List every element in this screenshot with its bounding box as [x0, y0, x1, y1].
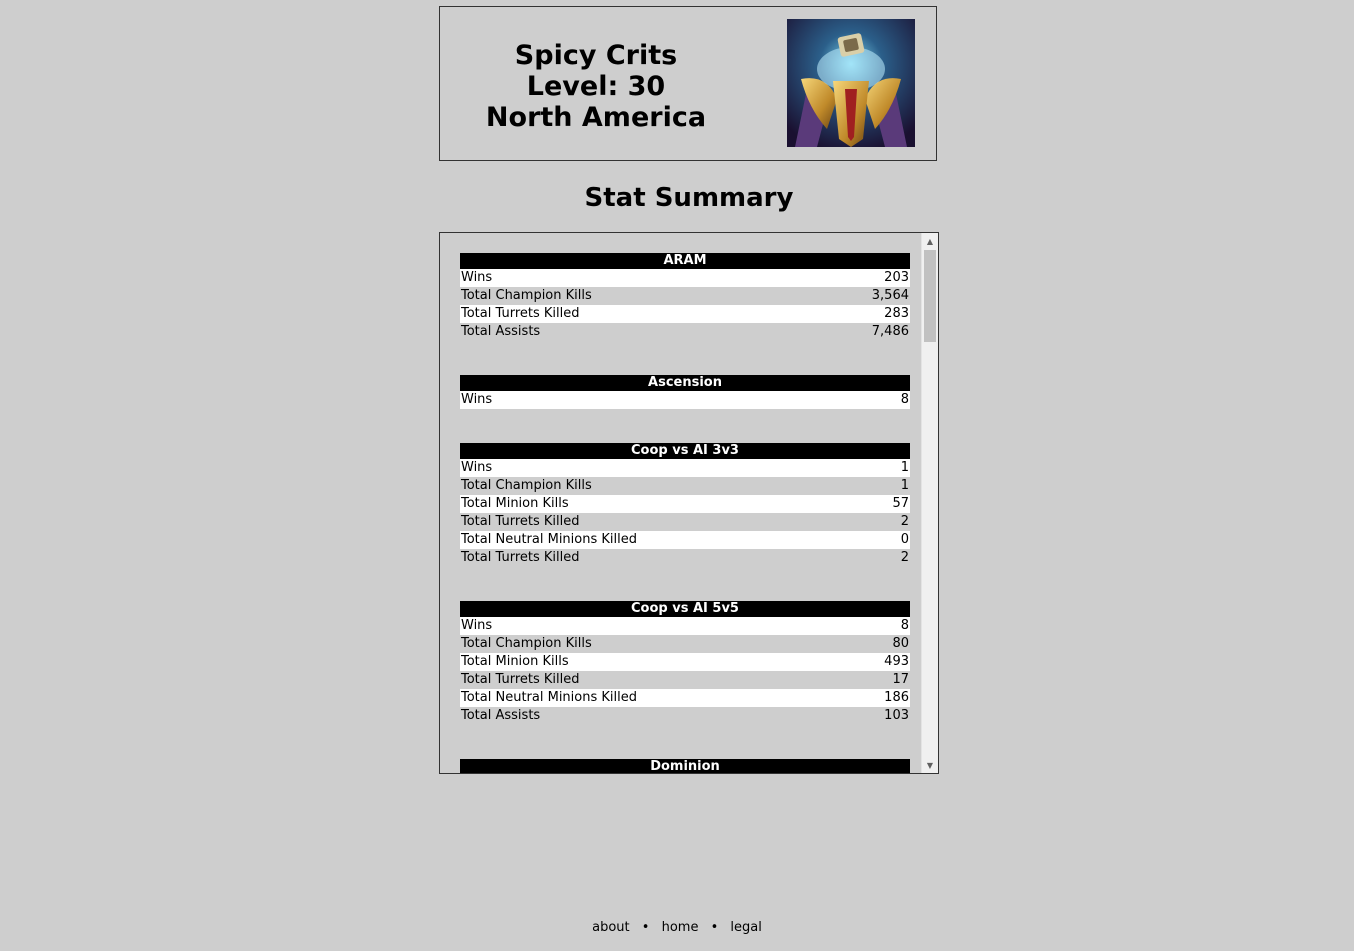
stat-label: Total Turrets Killed — [461, 672, 580, 687]
stat-section: Ascension Wins 8 — [460, 375, 910, 409]
stat-row: Wins 8 — [460, 617, 910, 635]
footer-link-home[interactable]: home — [662, 920, 699, 935]
stat-rows: Wins 1 Total Champion Kills 1 Total Minion K… — [460, 459, 910, 567]
stat-value: 17 — [892, 672, 909, 687]
stat-label: Total Neutral Minions Killed — [461, 690, 637, 705]
scrollbar-thumb[interactable] — [924, 250, 936, 342]
stat-label: Wins — [461, 618, 493, 633]
scroll-down-arrow-icon[interactable]: ▼ — [922, 757, 938, 773]
profile-icon — [787, 19, 915, 147]
stat-label: Total Champion Kills — [461, 288, 592, 303]
stat-value: 8 — [900, 392, 909, 407]
stat-value: 203 — [884, 270, 909, 285]
stat-row: Wins 1 — [460, 459, 910, 477]
stat-label: Total Minion Kills — [461, 496, 569, 511]
profile-info: Spicy Crits Level: 30 North America — [470, 40, 722, 133]
stat-value: 3,564 — [871, 288, 909, 303]
footer: about • home • legal — [0, 920, 1354, 935]
stat-value: 186 — [884, 690, 909, 705]
stat-row: Total Champion Kills 1 — [460, 477, 910, 495]
stat-rows: Wins 8 Total Champion Kills 80 Total Minion … — [460, 617, 910, 725]
section-header: Dominion — [460, 759, 910, 773]
stat-row: Total Turrets Killed 17 — [460, 671, 910, 689]
section-header: ARAM — [460, 253, 910, 269]
stat-row: Total Neutral Minions Killed 0 — [460, 531, 910, 549]
stat-label: Total Turrets Killed — [461, 514, 580, 529]
stat-label: Total Assists — [461, 324, 541, 339]
stat-label: Wins — [461, 460, 493, 475]
stat-value: 283 — [884, 306, 909, 321]
stat-row: Total Assists 103 — [460, 707, 910, 725]
section-header: Ascension — [460, 375, 910, 391]
stat-section: ARAM Wins 203 Total Champion Kills 3,564 Tota… — [460, 253, 910, 341]
stat-value: 0 — [900, 532, 909, 547]
summoner-region: North America — [485, 102, 707, 133]
stat-row: Total Neutral Minions Killed 186 — [460, 689, 910, 707]
stat-row: Wins 8 — [460, 391, 910, 409]
section-header: Coop vs AI 3v3 — [460, 443, 910, 459]
stat-label: Total Champion Kills — [461, 636, 592, 651]
stat-row: Total Champion Kills 80 — [460, 635, 910, 653]
stat-label: Total Minion Kills — [461, 654, 569, 669]
stat-rows: Wins 8 — [460, 391, 910, 409]
stat-label: Total Turrets Killed — [461, 550, 580, 565]
stat-row: Total Assists 7,486 — [460, 323, 910, 341]
profile-card: Spicy Crits Level: 30 North America — [439, 6, 937, 161]
page-title: Stat Summary — [584, 183, 794, 213]
stat-row: Total Minion Kills 57 — [460, 495, 910, 513]
stat-label: Total Champion Kills — [461, 478, 592, 493]
stat-label: Total Neutral Minions Killed — [461, 532, 637, 547]
stat-section: Coop vs AI 3v3 Wins 1 Total Champion Kills 1… — [460, 443, 910, 567]
stat-label: Total Turrets Killed — [461, 306, 580, 321]
stat-value: 1 — [900, 478, 909, 493]
footer-separator: • — [641, 920, 650, 935]
stats-panel[interactable]: ARAM Wins 203 Total Champion Kills 3,564 Tota… — [439, 232, 939, 774]
stat-value: 103 — [884, 708, 909, 723]
stats-content: ARAM Wins 203 Total Champion Kills 3,564 Tota… — [440, 233, 921, 773]
stat-section: DominionWins6 — [460, 759, 910, 773]
stat-label: Total Assists — [461, 708, 541, 723]
stat-section: Coop vs AI 5v5 Wins 8 Total Champion Kills 8… — [460, 601, 910, 725]
stat-value: 1 — [900, 460, 909, 475]
stat-row: Total Champion Kills 3,564 — [460, 287, 910, 305]
section-header: Coop vs AI 5v5 — [460, 601, 910, 617]
footer-link-about[interactable]: about — [592, 920, 630, 935]
emblem-icon — [787, 19, 915, 147]
stat-row: Total Minion Kills 493 — [460, 653, 910, 671]
stat-row: Total Turrets Killed 2 — [460, 513, 910, 531]
summoner-level: Level: 30 — [526, 71, 666, 102]
stats-scroll-area[interactable]: ARAM Wins 203 Total Champion Kills 3,564 Tota… — [440, 233, 921, 773]
stat-label: Wins — [461, 270, 493, 285]
stat-value: 57 — [892, 496, 909, 511]
footer-separator: • — [710, 920, 719, 935]
stat-label: Wins — [461, 392, 493, 407]
summoner-name: Spicy Crits — [514, 40, 678, 71]
stat-rows: Wins 203 Total Champion Kills 3,564 Total Tu… — [460, 269, 910, 341]
stat-value: 7,486 — [871, 324, 909, 339]
vertical-scrollbar[interactable]: ▲ ▼ — [921, 233, 938, 773]
stat-value: 8 — [900, 618, 909, 633]
stat-value: 80 — [892, 636, 909, 651]
stat-row: Wins 203 — [460, 269, 910, 287]
footer-link-legal[interactable]: legal — [730, 920, 761, 935]
stat-value: 493 — [884, 654, 909, 669]
stat-row: Total Turrets Killed 283 — [460, 305, 910, 323]
stat-row: Total Turrets Killed 2 — [460, 549, 910, 567]
stat-value: 2 — [900, 550, 909, 565]
scroll-up-arrow-icon[interactable]: ▲ — [922, 233, 938, 249]
stat-value: 2 — [900, 514, 909, 529]
